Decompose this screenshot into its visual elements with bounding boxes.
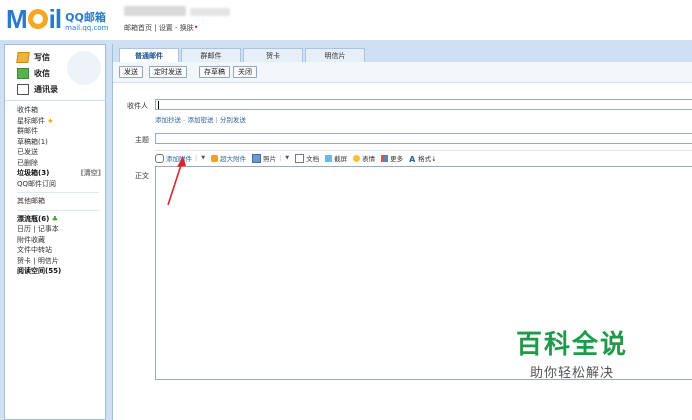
- folder-inbox[interactable]: 收件箱: [17, 105, 105, 116]
- more-button[interactable]: 更多: [381, 153, 403, 163]
- save-draft-button[interactable]: 存草稿: [199, 66, 230, 78]
- more-icon: [381, 154, 389, 162]
- drift-bottle-link[interactable]: 漂流瓶(6) ♣: [17, 214, 105, 225]
- logo-cn-text: QQ邮箱: [65, 11, 106, 24]
- empty-spam-link[interactable]: [清空]: [81, 168, 101, 179]
- tab-normal-mail[interactable]: 普通邮件: [119, 48, 179, 63]
- recipient-label: 收件人: [127, 102, 148, 110]
- watermark: 百科全说 助你轻松解决: [516, 330, 628, 381]
- top-header: Mil QQ邮箱 mail.qq.com 邮箱首页 | 设置 - 换肤•: [0, 0, 692, 40]
- body-label: 正文: [135, 172, 149, 180]
- folder-drafts[interactable]: 草稿箱(1): [17, 137, 105, 148]
- photo-button[interactable]: 照片 | ▼: [252, 153, 289, 163]
- recipient-options: 添加抄送 - 添加密送 | 分别发送: [155, 116, 246, 124]
- folder-sent[interactable]: 已发送: [17, 147, 105, 158]
- contacts-button[interactable]: 通讯录: [17, 81, 105, 97]
- font-format-icon: A: [409, 154, 416, 164]
- postcard-link[interactable]: 明信片: [38, 257, 59, 265]
- document-button[interactable]: 文档: [295, 153, 319, 163]
- mailbox-home-link[interactable]: 邮箱首页: [124, 24, 152, 32]
- watermark-title: 百科全说: [516, 330, 629, 360]
- attachment-collection-link[interactable]: 附件收藏: [17, 235, 105, 246]
- bottle-icon: ♣: [51, 214, 58, 223]
- inbox-icon: [17, 67, 29, 79]
- calendar-notes-row: 日历 | 记事本: [17, 225, 59, 233]
- calendar-link[interactable]: 日历: [17, 225, 31, 233]
- star-icon: ★: [47, 116, 54, 125]
- large-attachment-button[interactable]: 超大附件: [211, 153, 246, 163]
- add-bcc-link[interactable]: 添加密送: [188, 116, 214, 124]
- file-transfer-link[interactable]: 文件中转站: [17, 245, 105, 256]
- new-dot-icon: •: [193, 23, 199, 32]
- compose-tabs: 普通邮件 群邮件 贺卡 明信片: [113, 44, 692, 63]
- close-button[interactable]: 关闭: [233, 66, 257, 78]
- recipient-input[interactable]: [155, 99, 692, 110]
- subject-input[interactable]: [155, 133, 692, 144]
- folder-starred[interactable]: 星标邮件 ★: [17, 116, 105, 127]
- logo-url-text: mail.qq.com: [65, 24, 109, 32]
- compose-toolbar: 发送 定时发送 存草稿 关闭: [113, 62, 692, 83]
- format-button[interactable]: A 格式↓: [409, 153, 436, 164]
- logo-wordmark: Mil: [6, 4, 62, 34]
- send-button[interactable]: 发送: [119, 66, 143, 78]
- scheduled-send-button[interactable]: 定时发送: [149, 66, 187, 78]
- folder-subscriptions[interactable]: QQ邮件订阅: [17, 179, 105, 190]
- tab-postcard[interactable]: 明信片: [305, 48, 365, 62]
- pencil-icon: [16, 51, 30, 63]
- card-postcard-row: 贺卡 | 明信片: [17, 256, 59, 265]
- text-cursor: [158, 101, 159, 109]
- emoji-button[interactable]: 表情: [353, 153, 375, 163]
- account-email-blurred: [190, 8, 230, 16]
- qq-mail-logo[interactable]: Mil QQ邮箱 mail.qq.com: [6, 6, 108, 32]
- sidebar: 写信 收信 通讯录 收件箱 星标邮件 ★ 群邮件 草稿箱(1) 已发送 已删除 …: [4, 44, 106, 420]
- folder-group[interactable]: 群邮件: [17, 126, 105, 137]
- add-cc-link[interactable]: 添加抄送: [155, 116, 181, 124]
- screenshot-button[interactable]: 截屏: [325, 153, 347, 163]
- settings-link[interactable]: 设置: [159, 24, 173, 32]
- smiley-icon: [353, 154, 361, 162]
- account-area: 邮箱首页 | 设置 - 换肤•: [124, 6, 230, 33]
- document-icon: [295, 153, 305, 163]
- account-name-blurred: [124, 6, 186, 16]
- editor-toolbar: 添加附件 | ▼ 超大附件 照片 | ▼ 文档 截屏 表情 更多 A 格式↓: [155, 150, 692, 165]
- photo-icon: [252, 153, 262, 163]
- tab-greeting-card[interactable]: 贺卡: [243, 48, 303, 62]
- tab-group-mail[interactable]: 群邮件: [181, 48, 241, 62]
- folder-spam[interactable]: 垃圾箱(3) [清空]: [17, 168, 105, 179]
- folder-deleted[interactable]: 已删除: [17, 158, 105, 169]
- card-link[interactable]: 贺卡: [17, 257, 31, 265]
- divider: [17, 209, 99, 211]
- notes-link[interactable]: 记事本: [38, 225, 59, 233]
- mascot-decoration: [67, 51, 101, 85]
- send-separately-link[interactable]: 分别发送: [220, 116, 246, 124]
- divider: [17, 192, 99, 193]
- chevron-down-icon[interactable]: ▼: [285, 155, 289, 161]
- watermark-subtitle: 助你轻松解决: [530, 366, 615, 381]
- subject-label: 主题: [135, 136, 149, 144]
- skin-link[interactable]: 换肤: [180, 24, 194, 32]
- reading-space-link[interactable]: 阅读空间(55): [17, 266, 105, 277]
- screenshot-icon: [325, 154, 333, 162]
- chevron-down-icon[interactable]: ▼: [201, 155, 205, 161]
- large-attachment-icon: [211, 154, 219, 162]
- contacts-icon: [17, 83, 29, 95]
- annotation-arrow-icon: [167, 156, 186, 206]
- other-mailboxes[interactable]: 其他邮箱: [17, 196, 105, 207]
